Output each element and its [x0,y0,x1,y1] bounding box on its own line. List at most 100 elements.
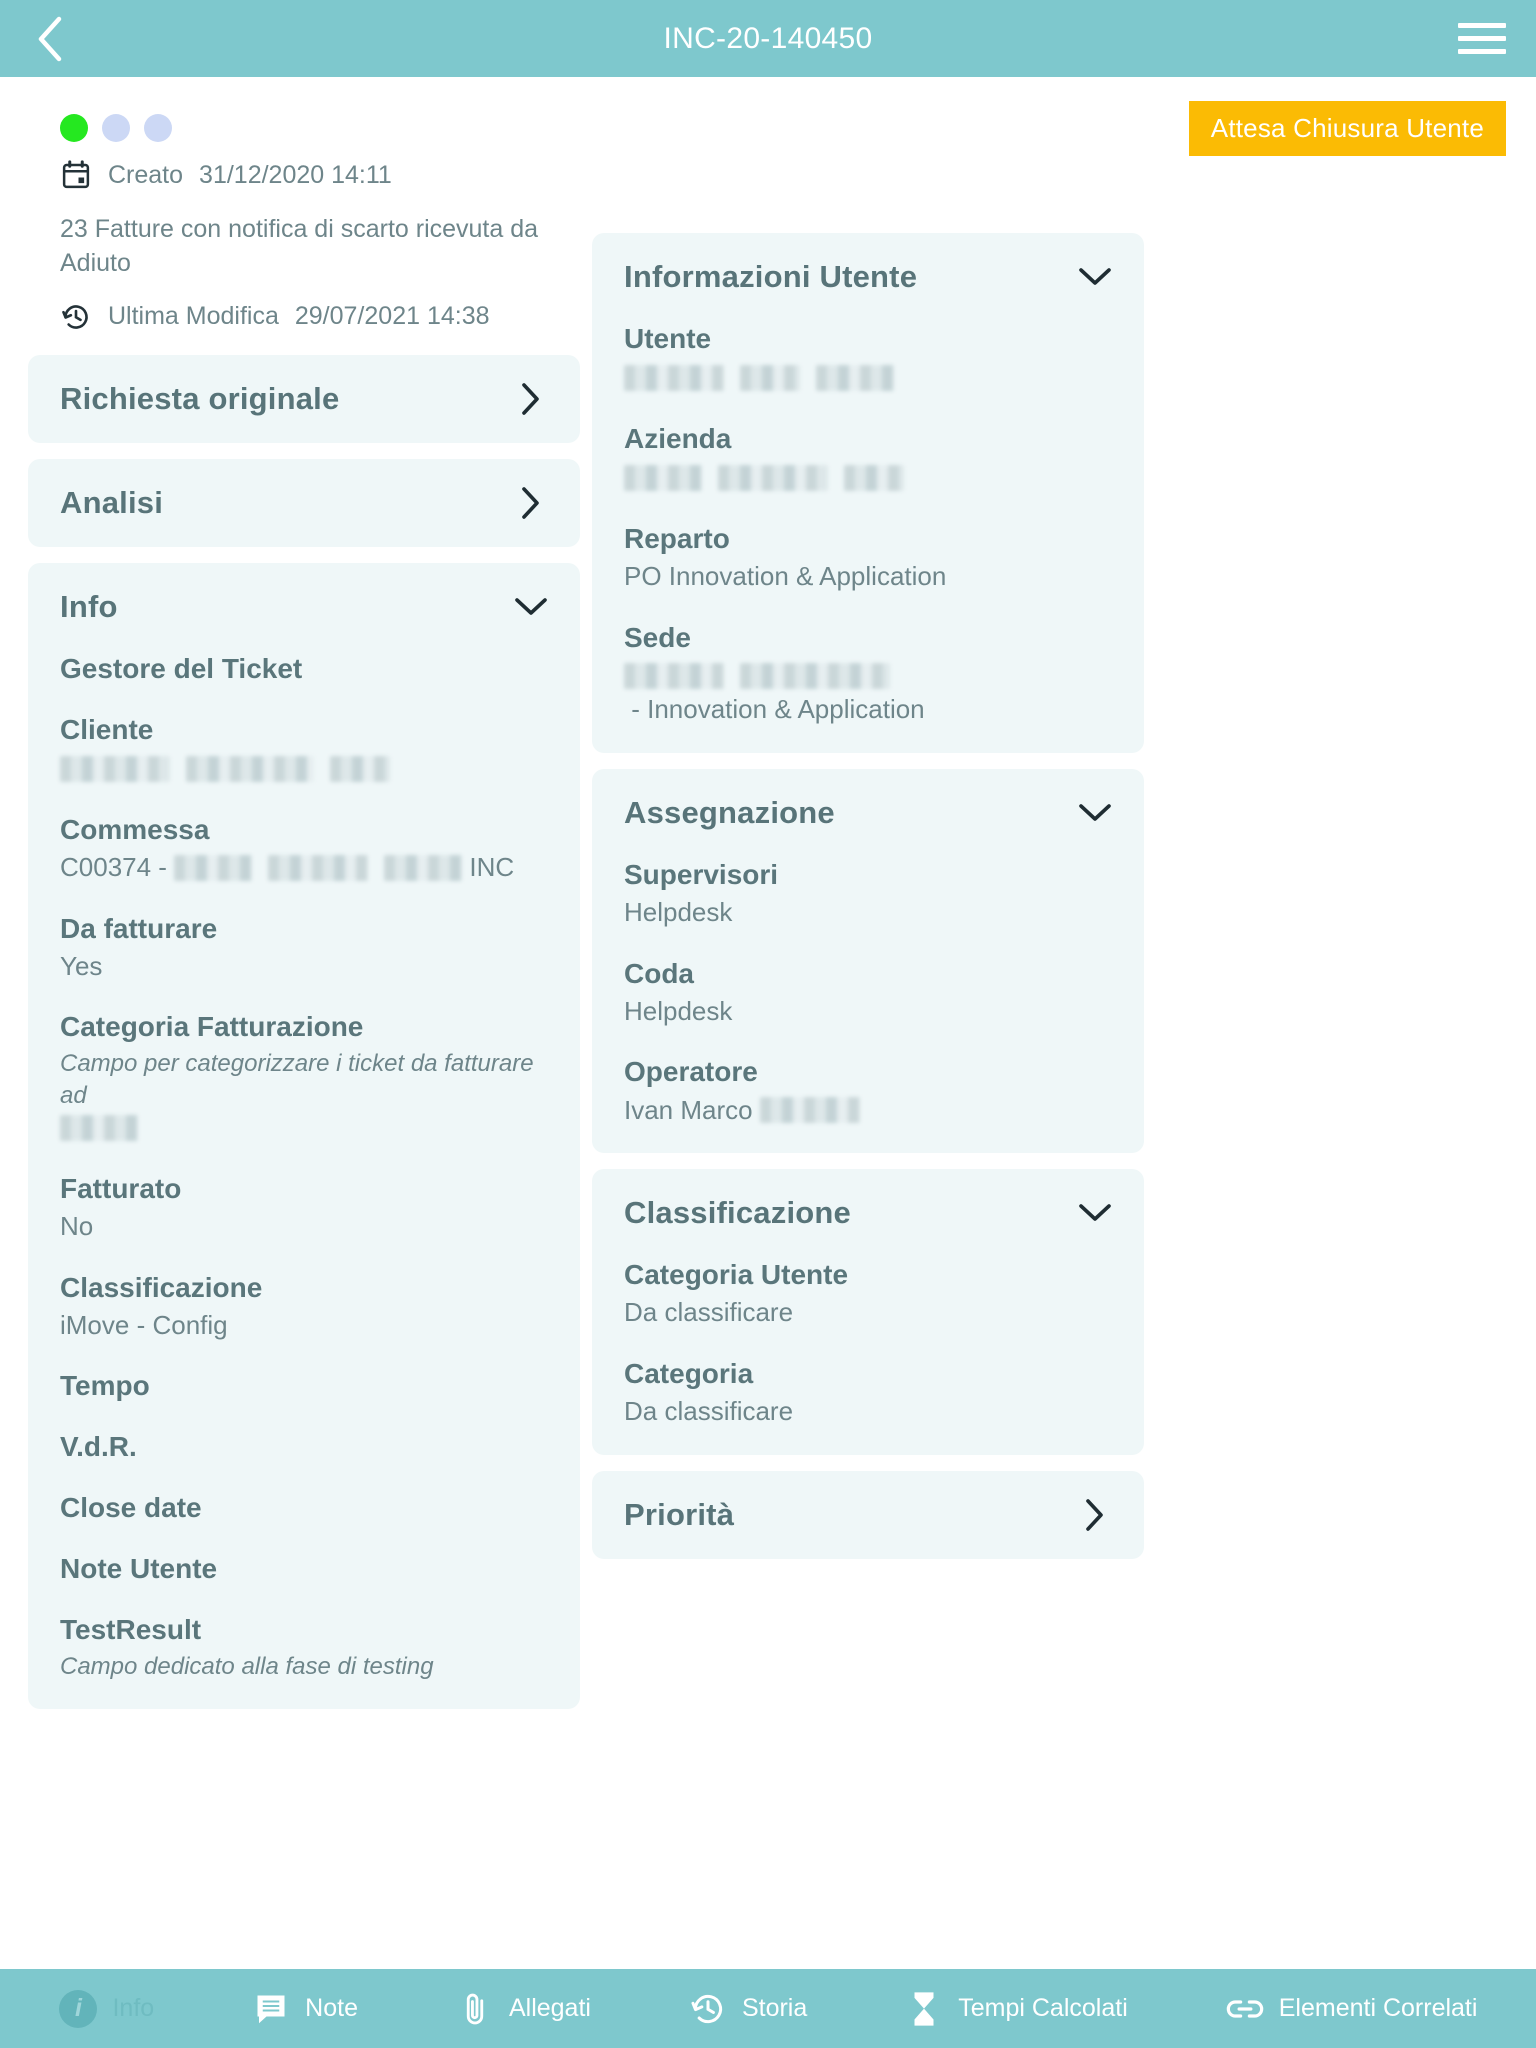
card-header[interactable]: Assegnazione [624,795,1112,831]
tab-allegati[interactable]: Allegati [455,1989,591,2029]
right-column: Informazioni Utente Utente Azienda Repar… [592,149,1144,1575]
tab-label: Note [305,1994,358,2022]
card-header[interactable]: Analisi [60,485,548,521]
tab-note[interactable]: Note [251,1989,358,2029]
status-badge: Attesa Chiusura Utente [1188,100,1506,156]
card-header[interactable]: Classificazione [624,1195,1112,1231]
field-value-utente [624,360,1112,395]
field-label-testresult: TestResult [60,1614,202,1646]
history-icon [688,1989,728,2029]
chevron-right-icon[interactable] [514,382,548,416]
field-value-reparto: PO Innovation & Application [624,561,947,592]
ticket-description: 23 Fatture con notifica di scarto ricevu… [60,215,539,277]
field-label-supervisori: Supervisori [624,858,779,890]
modified-value: 29/07/2021 14:38 [294,302,490,330]
field-value-da-fatturare: Yes [60,950,103,981]
created-value: 31/12/2020 14:11 [199,160,392,189]
chevron-down-icon[interactable] [514,590,548,624]
field-value-categoria: Da classificare [624,1396,794,1427]
field-label-tempo: Tempo [60,1370,150,1402]
hamburger-menu-icon [1458,23,1506,28]
hourglass-icon [904,1989,944,2029]
field-label-categoria-fatturazione: Categoria Fatturazione [60,1011,364,1043]
card-info: Info Gestore del Ticket Cliente Commessa… [28,562,580,1709]
bottom-tab-bar: i Info Note Allegati Storia Tempi Calcol… [0,1969,1536,2048]
chevron-down-icon[interactable] [1078,796,1112,830]
tab-storia[interactable]: Storia [688,1989,807,2029]
created-row: Creato 31/12/2020 14:11 [60,159,580,191]
tab-elementi-correlati[interactable]: Elementi Correlati [1225,1989,1478,2029]
tab-label: Elementi Correlati [1278,1994,1478,2022]
card-title-info: Info [60,588,118,624]
card-assegnazione: Assegnazione Supervisori Helpdesk Coda H… [592,768,1144,1154]
page-title: INC-20-140450 [663,21,873,55]
redacted-text [740,663,890,690]
card-analisi[interactable]: Analisi [28,458,580,547]
two-column-layout: Creato 31/12/2020 14:11 23 Fatture con n… [0,149,1536,1725]
status-dot-2 [102,114,130,142]
field-value-coda: Helpdesk [624,995,733,1026]
card-title-priorita: Priorità [624,1497,735,1533]
redacted-text [844,465,904,492]
status-row: Attesa Chiusura Utente [0,77,1536,156]
redacted-text [718,465,828,492]
field-label-fatturato: Fatturato [60,1172,182,1204]
field-value-categoria-utente: Da classificare [624,1297,794,1328]
field-value-azienda [624,460,1112,495]
field-value-classificazione: iMove - Config [60,1309,228,1340]
card-header[interactable]: Informazioni Utente [624,259,1112,295]
status-dot-1 [60,114,88,142]
card-classificazione: Classificazione Categoria Utente Da clas… [592,1169,1144,1456]
hamburger-menu-button[interactable] [1458,16,1510,62]
field-label-categoria: Categoria [624,1358,754,1390]
field-label-gestore-del-ticket: Gestore del Ticket [60,652,303,684]
card-body: Supervisori Helpdesk Coda Helpdesk Opera… [624,857,1112,1128]
tab-info[interactable]: i Info [58,1989,154,2029]
paperclip-icon [455,1989,495,2029]
back-button[interactable] [26,16,72,62]
redacted-text [174,854,253,881]
card-title-classificazione: Classificazione [624,1195,851,1231]
history-icon [60,301,92,333]
chevron-right-icon[interactable] [1078,1498,1112,1532]
card-header[interactable]: Richiesta originale [60,381,548,417]
chevron-right-icon[interactable] [514,486,548,520]
field-label-cliente: Cliente [60,713,154,745]
card-body: Categoria Utente Da classificare Categor… [624,1257,1112,1429]
field-value-categoria-fatturazione: Campo per categorizzare i ticket da fatt… [60,1048,548,1144]
tab-tempi-calcolati[interactable]: Tempi Calcolati [904,1989,1128,2029]
modified-row: Ultima Modifica 29/07/2021 14:38 [60,301,580,333]
card-richiesta-originale[interactable]: Richiesta originale [28,354,580,443]
modified-label: Ultima Modifica [108,302,279,330]
page-content: Attesa Chiusura Utente Creato 31/12/2020… [0,77,1536,1969]
field-label-utente: Utente [624,323,712,354]
card-header[interactable]: Info [60,589,548,625]
card-priorita[interactable]: Priorità [592,1471,1144,1560]
redacted-text [60,1114,138,1141]
tab-label: Allegati [508,1994,591,2022]
card-title-analisi: Analisi [60,484,164,520]
card-body: Utente Azienda Reparto PO Innovation & A… [624,321,1112,727]
chevron-down-icon[interactable] [1078,260,1112,294]
redacted-text [816,365,894,392]
card-body: Gestore del Ticket Cliente Commessa C003… [60,651,548,1683]
field-label-vdr: V.d.R. [60,1431,137,1463]
field-label-categoria-utente: Categoria Utente [624,1259,849,1291]
redacted-text [759,1097,860,1124]
tab-label: Info [112,1994,155,2022]
note-icon [251,1989,291,2029]
status-dots [60,114,172,142]
chevron-down-icon[interactable] [1078,1196,1112,1230]
redacted-text [330,755,390,782]
field-label-coda: Coda [624,957,694,989]
info-circle-icon: i [58,1989,98,2029]
left-column: Creato 31/12/2020 14:11 23 Fatture con n… [28,149,580,1725]
field-value-operatore: Ivan Marco [624,1093,1112,1127]
redacted-text [624,663,724,690]
ticket-meta: Creato 31/12/2020 14:11 23 Fatture con n… [28,149,580,333]
field-value-fatturato: No [60,1210,94,1241]
field-label-classificazione: Classificazione [60,1271,263,1303]
field-label-note-utente: Note Utente [60,1553,218,1585]
redacted-text [624,365,724,392]
card-header[interactable]: Priorità [624,1497,1112,1533]
